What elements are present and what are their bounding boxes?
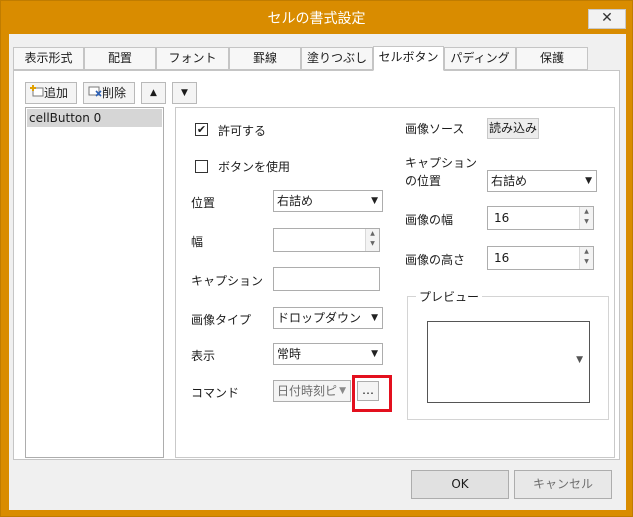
position-value: 右詰め bbox=[277, 194, 314, 208]
arrow-up-icon: ▲ bbox=[150, 88, 157, 98]
display-value: 常時 bbox=[277, 347, 302, 361]
tab-label: 塗りつぶし bbox=[306, 51, 368, 65]
button-properties: ✔ 許可する ボタンを使用 位置 右詰め ▼ 幅 ▲ ▼ キャプション 画像タイプ … bbox=[175, 107, 615, 458]
preview-dropdown-icon: ▼ bbox=[576, 355, 583, 365]
caption-position-label: キャプション bbox=[405, 156, 478, 170]
add-button[interactable]: 追加 bbox=[25, 82, 77, 104]
width-label: 幅 bbox=[191, 235, 204, 249]
tab-label: 表示形式 bbox=[24, 51, 73, 65]
move-up-button[interactable]: ▲ bbox=[141, 82, 166, 104]
spinner-buttons[interactable]: ▲ ▼ bbox=[365, 229, 379, 251]
image-width-value: 16 bbox=[494, 211, 510, 225]
cancel-label: キャンセル bbox=[532, 477, 593, 491]
position-label: 位置 bbox=[191, 196, 216, 210]
caption-position-label-2: の位置 bbox=[405, 174, 442, 188]
tab-number-format[interactable]: 表示形式 bbox=[13, 47, 84, 70]
caption-position-value: 右詰め bbox=[491, 174, 528, 188]
width-spinner[interactable]: ▲ ▼ bbox=[273, 228, 380, 252]
cell-button-panel: 追加 削除 ▲ ▼ cellButton 0 ✔ 許可する ボタンを使用 位置 … bbox=[13, 70, 620, 460]
display-dropdown[interactable]: 常時 ▼ bbox=[273, 343, 383, 365]
tab-border[interactable]: 罫線 bbox=[229, 47, 301, 70]
use-button-checkbox[interactable] bbox=[195, 160, 208, 173]
caption-position-dropdown[interactable]: 右詰め ▼ bbox=[487, 170, 597, 192]
image-width-label: 画像の幅 bbox=[405, 213, 454, 227]
chevron-down-icon: ▼ bbox=[585, 176, 592, 186]
dialog-window: セルの書式設定 ✕ 表示形式 配置 フォント 罫線 塗りつぶし セルボタン パデ… bbox=[0, 0, 633, 517]
tab-label: 罫線 bbox=[252, 51, 277, 65]
list-item[interactable]: cellButton 0 bbox=[27, 109, 162, 127]
spinner-buttons[interactable]: ▲ ▼ bbox=[579, 207, 593, 229]
tab-alignment[interactable]: 配置 bbox=[84, 47, 156, 70]
use-button-label: ボタンを使用 bbox=[218, 160, 291, 174]
arrow-down-icon: ▼ bbox=[181, 88, 188, 98]
tab-label: フォント bbox=[168, 51, 217, 65]
caption-label: キャプション bbox=[191, 274, 264, 288]
image-height-label: 画像の高さ bbox=[405, 253, 466, 267]
tab-label: パディング bbox=[450, 51, 510, 65]
add-icon bbox=[30, 84, 44, 104]
close-icon: ✕ bbox=[601, 10, 613, 26]
highlight-box bbox=[352, 375, 392, 412]
image-source-label: 画像ソース bbox=[405, 122, 465, 136]
allow-label: 許可する bbox=[218, 124, 267, 138]
dialog-body: 表示形式 配置 フォント 罫線 塗りつぶし セルボタン パディング 保護 追加 … bbox=[9, 34, 626, 510]
display-label: 表示 bbox=[191, 349, 216, 363]
load-label: 読み込み bbox=[488, 121, 537, 135]
chevron-down-icon: ▼ bbox=[371, 349, 378, 359]
tab-label: 保護 bbox=[539, 51, 564, 65]
load-image-button[interactable]: 読み込み bbox=[487, 118, 539, 139]
tab-protection[interactable]: 保護 bbox=[516, 47, 588, 70]
add-label: 追加 bbox=[44, 86, 69, 100]
button-list[interactable]: cellButton 0 bbox=[25, 107, 164, 458]
delete-icon bbox=[88, 84, 102, 104]
ok-button[interactable]: OK bbox=[411, 470, 509, 499]
preview-area: ▼ bbox=[427, 321, 590, 403]
image-type-label: 画像タイプ bbox=[191, 313, 252, 327]
image-width-spinner[interactable]: 16 ▲ ▼ bbox=[487, 206, 594, 230]
ok-label: OK bbox=[451, 477, 469, 491]
spinner-buttons[interactable]: ▲ ▼ bbox=[579, 247, 593, 269]
command-dropdown[interactable]: 日付時刻ピ ▼ bbox=[273, 380, 351, 402]
chevron-down-icon: ▼ bbox=[339, 386, 346, 396]
image-height-value: 16 bbox=[494, 251, 510, 265]
allow-checkbox[interactable]: ✔ bbox=[195, 123, 208, 136]
image-type-dropdown[interactable]: ドロップダウン ▼ bbox=[273, 307, 383, 329]
preview-group: プレビュー ▼ bbox=[407, 288, 609, 420]
delete-button[interactable]: 削除 bbox=[83, 82, 135, 104]
delete-label: 削除 bbox=[102, 86, 127, 100]
tab-cell-button[interactable]: セルボタン bbox=[373, 46, 444, 71]
caption-input[interactable] bbox=[273, 267, 380, 291]
tab-padding[interactable]: パディング bbox=[444, 47, 516, 70]
image-type-value: ドロップダウン bbox=[277, 311, 362, 325]
chevron-down-icon: ▼ bbox=[371, 196, 378, 206]
command-label: コマンド bbox=[191, 386, 240, 400]
tab-fill[interactable]: 塗りつぶし bbox=[301, 47, 373, 70]
checkmark-icon: ✔ bbox=[196, 123, 207, 136]
chevron-down-icon: ▼ bbox=[371, 313, 378, 323]
cancel-button[interactable]: キャンセル bbox=[514, 470, 612, 499]
tab-font[interactable]: フォント bbox=[156, 47, 229, 70]
tab-label: セルボタン bbox=[378, 50, 439, 64]
preview-label: プレビュー bbox=[416, 288, 483, 305]
title-bar[interactable]: セルの書式設定 ✕ bbox=[1, 1, 632, 34]
close-button[interactable]: ✕ bbox=[588, 9, 626, 29]
move-down-button[interactable]: ▼ bbox=[172, 82, 197, 104]
tab-label: 配置 bbox=[107, 51, 132, 65]
image-height-spinner[interactable]: 16 ▲ ▼ bbox=[487, 246, 594, 270]
position-dropdown[interactable]: 右詰め ▼ bbox=[273, 190, 383, 212]
command-value: 日付時刻ピ bbox=[277, 384, 338, 398]
dialog-title: セルの書式設定 bbox=[267, 11, 366, 27]
